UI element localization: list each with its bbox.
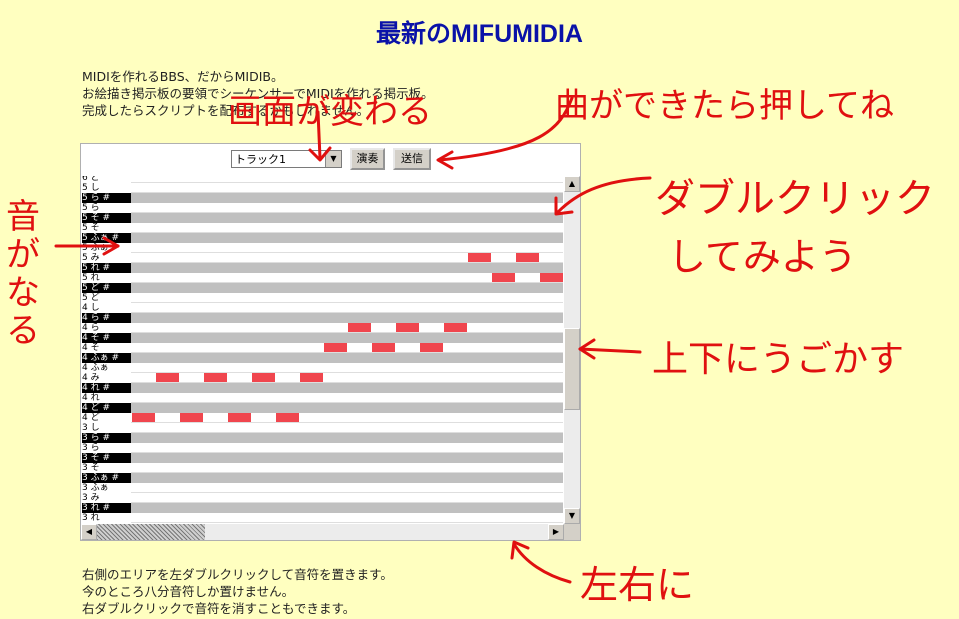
annotation-double-click: ダブルクリック <box>655 176 935 222</box>
annotation-screen-change: 画面が変わる <box>228 92 432 132</box>
arrow-to-horizontal-scroll <box>512 542 572 584</box>
annotation-vertical: 上下にうごかす <box>652 339 905 380</box>
arrow-to-vertical-scroll <box>578 347 642 354</box>
annotation-try-it: してみよう <box>668 235 857 279</box>
arrow-to-send-button <box>438 96 574 162</box>
arrow-to-grid <box>556 176 652 214</box>
annotation-sound: 音がなる <box>6 197 40 351</box>
annotation-send: 曲ができたら押してね <box>555 86 894 126</box>
annotation-horizontal: 左右に <box>580 563 695 607</box>
